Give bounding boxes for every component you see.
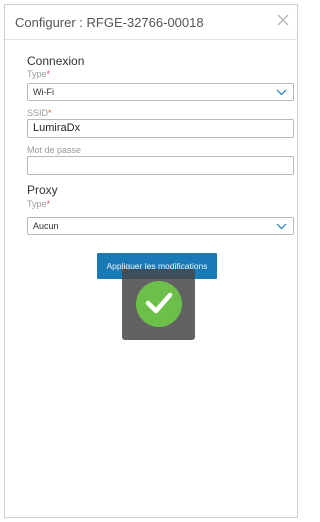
- connexion-heading: Connexion: [27, 54, 85, 68]
- ssid-input[interactable]: LumiraDx: [27, 119, 294, 138]
- password-label: Mot de passe: [27, 145, 82, 155]
- required-marker: *: [48, 108, 52, 118]
- proxy-type-value: Aucun: [33, 221, 59, 231]
- proxy-heading: Proxy: [27, 183, 58, 197]
- chevron-down-icon: [276, 223, 287, 230]
- success-overlay: [122, 269, 195, 340]
- proxy-type-label: Type*: [27, 199, 51, 209]
- connexion-type-value: Wi-Fi: [33, 87, 54, 97]
- required-marker: *: [46, 199, 51, 209]
- close-icon[interactable]: [275, 12, 291, 28]
- chevron-down-icon: [276, 89, 287, 96]
- checkmark-circle-icon: [136, 281, 182, 327]
- connexion-type-select[interactable]: Wi-Fi: [27, 83, 294, 101]
- dialog-title: Configurer : RFGE-32766-00018: [15, 15, 204, 30]
- connexion-type-label: Type*: [27, 69, 51, 79]
- ssid-label: SSID*: [27, 108, 52, 118]
- proxy-type-select[interactable]: Aucun: [27, 217, 294, 235]
- password-input[interactable]: [27, 156, 294, 175]
- dialog-header: Configurer : RFGE-32766-00018: [5, 5, 297, 40]
- required-marker: *: [46, 69, 51, 79]
